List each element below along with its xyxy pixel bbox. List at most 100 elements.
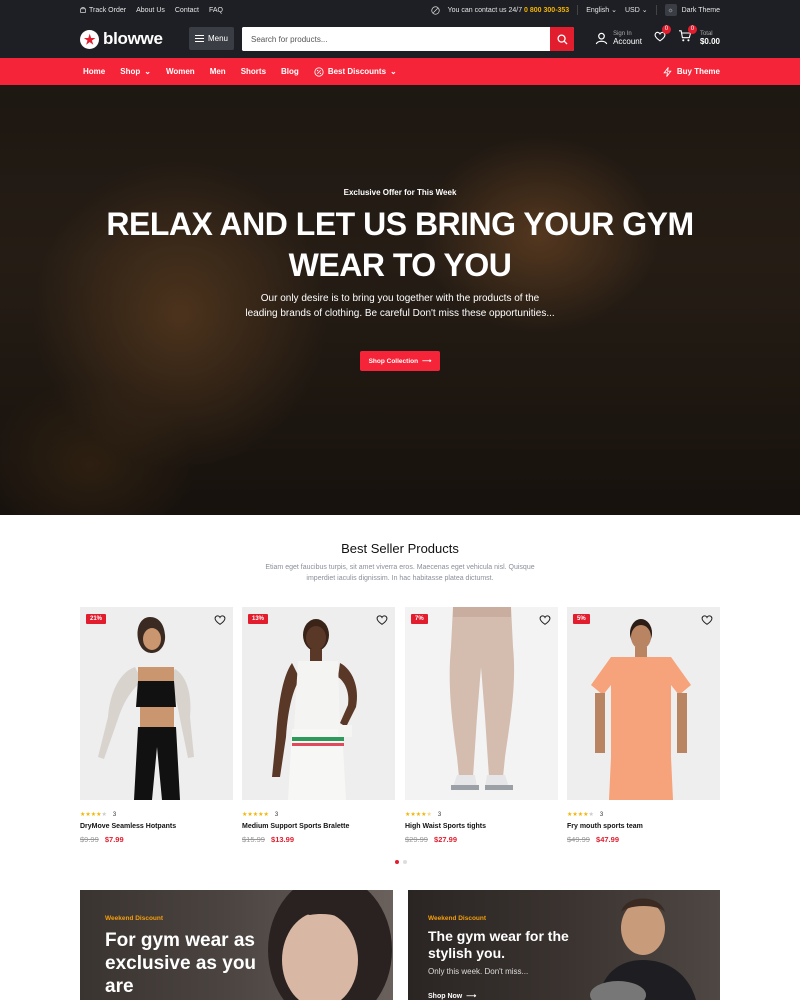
search-input[interactable] — [242, 27, 550, 51]
price: $29.99 $27.99 — [405, 835, 558, 844]
track-order-link[interactable]: Track Order — [80, 7, 126, 14]
promo-banner[interactable]: Weekend Discount For gym wear as exclusi… — [80, 890, 393, 1000]
sale-price: $47.99 — [596, 835, 619, 844]
promo-kicker: Weekend Discount — [105, 915, 164, 922]
theme-label: Dark Theme — [681, 6, 720, 14]
product-card[interactable]: 5% ★★★★★ 3 Fry mouth sports team $49.99 … — [567, 607, 720, 844]
price: $49.99 $47.99 — [567, 835, 720, 844]
star-rating-icon: ★★★★★ — [80, 812, 107, 818]
product-carousel: 21% ★★★★★ 3 DryMove Seamless Hotpants $9… — [80, 607, 720, 847]
review-count: 3 — [274, 811, 279, 818]
lightning-icon — [663, 66, 672, 77]
old-price: $29.99 — [405, 835, 428, 844]
account-label: Account — [613, 36, 642, 46]
star-rating-icon: ★★★★★ — [242, 812, 269, 818]
product-card[interactable]: 21% ★★★★★ 3 DryMove Seamless Hotpants $9… — [80, 607, 233, 844]
carousel-dot[interactable] — [403, 860, 407, 864]
product-name[interactable]: Fry mouth sports team — [567, 823, 720, 830]
language-select[interactable]: English ⌄ — [586, 6, 617, 14]
nav-women[interactable]: Women — [166, 67, 195, 76]
nav-shop-label: Shop — [120, 67, 141, 76]
about-us-link[interactable]: About Us — [136, 7, 165, 14]
star-rating-icon: ★★★★★ — [405, 812, 432, 818]
currency-select[interactable]: USD ⌄ — [625, 6, 648, 14]
discount-badge: 7% — [411, 614, 428, 624]
chevron-down-icon: ⌄ — [144, 67, 151, 76]
product-name[interactable]: High Waist Sports tights — [405, 823, 558, 830]
hamburger-icon — [194, 35, 204, 42]
wishlist-button[interactable]: 0 — [654, 25, 671, 47]
menu-label: Menu — [207, 34, 228, 43]
account-link[interactable]: Sign In Account — [595, 31, 642, 46]
divider — [577, 5, 579, 15]
wishlist-count: 0 — [661, 25, 671, 34]
product-card[interactable]: 7% ★★★★★ 3 High Waist Sports tights $29.… — [405, 607, 558, 844]
user-icon — [595, 32, 608, 44]
buy-theme-label: Buy Theme — [676, 67, 720, 76]
cart-button[interactable]: 0 Total $0.00 — [678, 25, 720, 47]
nav-home[interactable]: Home — [83, 67, 105, 76]
menu-button[interactable]: Menu — [189, 27, 234, 50]
discount-badge: 13% — [248, 614, 269, 624]
shop-collection-label: Shop Collection — [368, 357, 419, 365]
carousel-dot[interactable] — [395, 860, 399, 864]
promo-headline: For gym wear as exclusive as you are — [105, 930, 257, 997]
product-name[interactable]: Medium Support Sports Bralette — [242, 823, 395, 830]
shop-collection-button[interactable]: Shop Collection ⟶ — [360, 351, 440, 371]
phone-number[interactable]: 0 800 300-353 — [524, 7, 569, 14]
hero-text: Our only desire is to bring you together… — [245, 293, 555, 319]
product-photo-tshirt — [567, 607, 720, 800]
track-icon — [80, 7, 86, 13]
product-image[interactable]: 7% — [405, 607, 558, 800]
buy-theme-link[interactable]: Buy Theme — [663, 58, 720, 85]
rating: ★★★★★ 3 — [405, 811, 558, 819]
dark-theme-toggle[interactable]: ☼ Dark Theme — [664, 4, 720, 16]
promo-banner[interactable]: Weekend Discount The gym wear for the st… — [408, 890, 720, 1000]
shop-now-label: Shop Now — [428, 992, 463, 1000]
rating: ★★★★★ 3 — [242, 811, 395, 819]
nav-best-discounts-label: Best Discounts — [327, 67, 387, 76]
search-button[interactable] — [550, 27, 574, 51]
nav-men[interactable]: Men — [210, 67, 226, 76]
heart-icon[interactable] — [376, 614, 388, 626]
hero-title: RELAX AND LET US BRING YOUR GYM WEAR TO … — [106, 206, 694, 283]
contact-link[interactable]: Contact — [175, 7, 199, 14]
nav-blog[interactable]: Blog — [281, 67, 299, 76]
nav-shop[interactable]: Shop ⌄ — [120, 67, 151, 76]
hero-banner: Exclusive Offer for This Week RELAX AND … — [0, 85, 800, 515]
logo[interactable]: blowwe — [80, 29, 163, 49]
rating: ★★★★★ 3 — [80, 811, 233, 819]
carousel-pagination — [395, 860, 407, 864]
faq-link[interactable]: FAQ — [209, 7, 223, 14]
review-count: 3 — [599, 811, 604, 818]
heart-icon[interactable] — [539, 614, 551, 626]
divider — [655, 5, 657, 15]
product-photo-tights — [405, 607, 558, 800]
shop-now-link[interactable]: Shop Now ⟶ — [428, 992, 476, 1000]
star-rating-icon: ★★★★★ — [567, 812, 594, 818]
rating: ★★★★★ 3 — [567, 811, 720, 819]
main-header: blowwe Menu Sign In Account 0 0 — [0, 20, 800, 58]
heart-icon[interactable] — [214, 614, 226, 626]
nav-shorts[interactable]: Shorts — [241, 67, 266, 76]
product-image[interactable]: 13% — [242, 607, 395, 800]
heart-icon[interactable] — [701, 614, 713, 626]
product-name[interactable]: DryMove Seamless Hotpants — [80, 823, 233, 830]
old-price: $9.99 — [80, 835, 99, 844]
promo-headline: The gym wear for the stylish you. — [428, 928, 569, 961]
sale-price: $13.99 — [271, 835, 294, 844]
total-value: $0.00 — [699, 36, 720, 46]
nav-best-discounts[interactable]: Best Discounts ⌄ — [314, 66, 397, 77]
arrow-right-icon: ⟶ — [422, 358, 432, 365]
search-bar — [242, 27, 574, 51]
product-image[interactable]: 5% — [567, 607, 720, 800]
top-bar: Track Order About Us Contact FAQ You can… — [0, 0, 800, 20]
product-card[interactable]: 13% ★★★★★ 3 Medium Support Sports Bralet… — [242, 607, 395, 844]
discount-icon — [314, 66, 324, 77]
promo-kicker: Weekend Discount — [428, 915, 487, 922]
product-image[interactable]: 21% — [80, 607, 233, 800]
sale-price: $7.99 — [104, 835, 124, 844]
review-count: 3 — [112, 811, 117, 818]
old-price: $49.99 — [567, 835, 590, 844]
price: $15.99 $13.99 — [242, 835, 395, 844]
